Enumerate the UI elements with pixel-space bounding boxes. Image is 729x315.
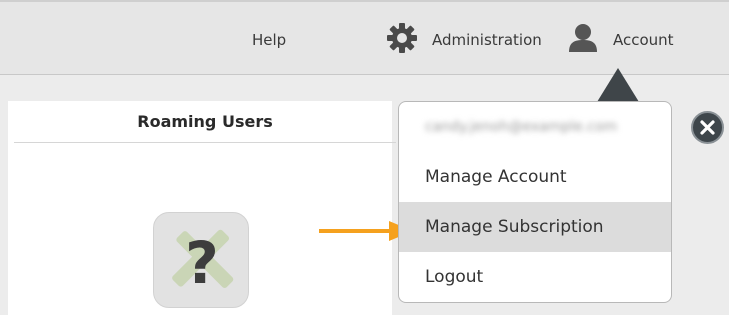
svg-text:?: ? — [185, 229, 219, 297]
panel-title: Roaming Users — [14, 101, 396, 143]
dropdown-caret-icon — [597, 68, 639, 102]
help-label: Help — [252, 30, 287, 49]
top-navigation-bar: Help Administration Account — [0, 0, 729, 75]
account-link[interactable]: Account — [567, 2, 674, 77]
administration-label: Administration — [432, 30, 542, 49]
close-icon[interactable] — [691, 111, 724, 144]
account-label: Account — [613, 30, 674, 49]
manage-account-item[interactable]: Manage Account — [399, 152, 671, 202]
account-dropdown-menu: candy.jenoh@example.com Manage Account M… — [398, 101, 672, 303]
account-email: candy.jenoh@example.com — [425, 119, 618, 135]
administration-link[interactable]: Administration — [386, 2, 542, 77]
help-link[interactable]: Help — [252, 2, 286, 77]
user-icon — [567, 22, 599, 58]
logout-item[interactable]: Logout — [399, 252, 671, 302]
help-question-icon: ? — [153, 212, 249, 308]
manage-subscription-item[interactable]: Manage Subscription — [399, 202, 671, 252]
gear-icon — [386, 22, 418, 58]
